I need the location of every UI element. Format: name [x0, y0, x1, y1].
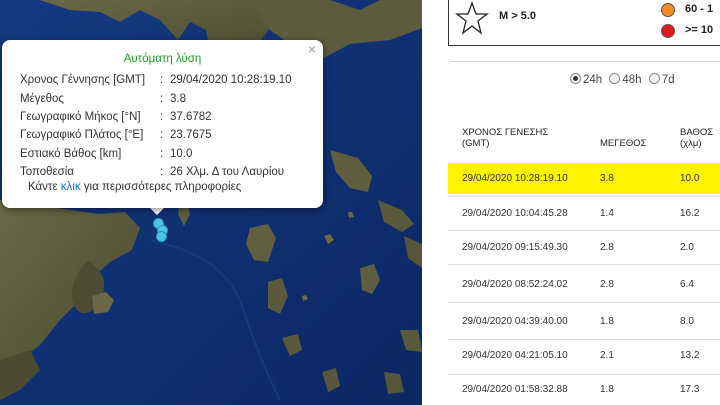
more-info-link[interactable]: κλικ	[61, 181, 81, 193]
popup-title: Αυτόματη λύση	[123, 53, 202, 65]
table-row[interactable]: 29/04/2020 08:52:24.02 2.8 6.4	[448, 269, 720, 300]
magnitude-legend: M > 5.0 60 - 1 >= 10	[448, 0, 720, 46]
cell-depth: 17.3	[680, 384, 700, 395]
popup-row-separator: :	[160, 166, 164, 179]
cell-time: 29/04/2020 10:04:45.28	[462, 208, 568, 219]
column-header-time[interactable]: ΧΡΟΝΟΣ ΓΕΝΕΣΗΣ (GMT)	[462, 127, 548, 149]
popup-row-separator: :	[160, 74, 164, 87]
cell-magnitude: 1.8	[600, 316, 614, 327]
row-divider	[448, 302, 720, 303]
cell-magnitude: 2.8	[600, 279, 614, 290]
cell-time: 29/04/2020 09:15:49.30	[462, 242, 568, 253]
cell-magnitude: 2.8	[600, 242, 614, 253]
popup-row-value: 10.0	[170, 147, 193, 160]
cell-time: 29/04/2020 04:39:40.00	[462, 316, 568, 327]
radio-48h[interactable]	[609, 73, 621, 84]
table-row[interactable]: 29/04/2020 09:15:49.30 2.8 2.0	[448, 232, 720, 263]
popup-row-separator: :	[160, 92, 164, 105]
legend-circle-orange-icon	[661, 3, 675, 17]
table-row[interactable]: 29/04/2020 04:21:05.10 2.1 13.2	[448, 340, 720, 371]
popup-row-value: 26 Χλμ. Δ του Λαυρίου	[170, 166, 285, 179]
radio-label-7d[interactable]: 7d	[662, 74, 675, 86]
popup-row-magnitude: Μέγεθος : 3.8	[20, 89, 292, 107]
popup-row-label: Τοποθεσία	[20, 166, 74, 179]
popup-row-label: Χρονος Γέννησης [GMT]	[20, 74, 146, 87]
column-header-depth[interactable]: ΒΑΘΟΣ (χλμ)	[680, 127, 713, 149]
cell-time: 29/04/2020 08:52:24.02	[462, 279, 568, 290]
cell-magnitude: 2.1	[600, 350, 614, 361]
popup-row-latitude: Γεωγραφικό Μήκος [°N] : 37.6782	[20, 108, 292, 126]
popup-row-value: 23.7675	[170, 129, 212, 142]
popup-row-label: Μέγεθος	[20, 92, 64, 105]
row-divider	[448, 196, 720, 197]
popup-row-value: 29/04/2020 10:28:19.10	[170, 74, 292, 87]
popup-row-separator: :	[160, 147, 164, 160]
earthquake-marker[interactable]	[156, 231, 167, 242]
cell-depth: 8.0	[680, 316, 694, 327]
cell-depth: 2.0	[680, 242, 694, 253]
cell-time: 29/04/2020 04:21:05.10	[462, 350, 568, 361]
column-header-time-line2: (GMT)	[462, 138, 490, 149]
row-divider	[448, 230, 720, 231]
star-icon	[455, 1, 489, 37]
table-row[interactable]: 29/04/2020 04:39:40.00 1.8 8.0	[448, 306, 720, 337]
popup-details-table: Χρονος Γέννησης [GMT] : 29/04/2020 10:28…	[20, 71, 292, 181]
cell-time: 29/04/2020 01:58:32.88	[462, 384, 568, 395]
table-row[interactable]: 29/04/2020 10:28:19.10 3.8 10.0	[448, 163, 720, 194]
popup-row-separator: :	[160, 110, 164, 123]
popup-row-longitude: Γεωγραφικό Πλάτος [°E] : 23.7675	[20, 126, 292, 144]
popup-row-location: Τοποθεσία : 26 Χλμ. Δ του Λαυρίου	[20, 163, 292, 181]
cell-magnitude: 3.8	[600, 173, 614, 184]
table-row[interactable]: 29/04/2020 01:58:32.88 1.8 17.3	[448, 374, 720, 405]
cell-depth: 16.2	[680, 208, 700, 219]
legend-item-label: 60 - 1	[685, 3, 714, 15]
cell-time: 29/04/2020 10:28:19.10	[462, 173, 568, 184]
popup-more-info: Κάντε κλικ για περισσότερες πληροφορίες	[28, 181, 241, 193]
divider	[450, 61, 720, 62]
radio-label-24h[interactable]: 24h	[583, 74, 602, 86]
cell-depth: 13.2	[680, 350, 700, 361]
popup-row-value: 37.6782	[170, 110, 212, 123]
cell-depth: 6.4	[680, 279, 694, 290]
time-range-selector: 24h 48h 7d	[570, 73, 679, 86]
column-header-magnitude[interactable]: ΜΕΓΕΘΟΣ	[600, 138, 646, 149]
popup-more-suffix: για περισσότερες πληροφορίες	[80, 181, 242, 193]
popup-row-depth: Εστιακό Βάθος [km] : 10.0	[20, 145, 292, 163]
radio-7d[interactable]	[648, 73, 660, 84]
legend-item-label: >= 10	[685, 24, 714, 36]
radio-24h[interactable]	[570, 73, 581, 84]
legend-circle-red-icon	[661, 24, 675, 38]
popup-more-prefix: Κάντε	[28, 181, 61, 193]
popup-row-separator: :	[160, 129, 164, 142]
earthquake-info-popup: × Αυτόματη λύση Χρονος Γέννησης [GMT] : …	[2, 40, 323, 208]
radio-label-48h[interactable]: 48h	[622, 74, 641, 86]
popup-row-value: 3.8	[170, 92, 186, 105]
popup-row-label: Γεωγραφικό Μήκος [°N]	[20, 110, 141, 123]
column-header-depth-line1: ΒΑΘΟΣ	[680, 127, 714, 138]
satellite-map[interactable]: × Αυτόματη λύση Χρονος Γέννησης [GMT] : …	[0, 0, 422, 405]
popup-row-origin-time: Χρονος Γέννησης [GMT] : 29/04/2020 10:28…	[20, 71, 292, 89]
column-header-time-line1: ΧΡΟΝΟΣ ΓΕΝΕΣΗΣ	[462, 127, 549, 138]
popup-row-label: Εστιακό Βάθος [km]	[20, 147, 122, 160]
popup-row-label: Γεωγραφικό Πλάτος [°E]	[20, 129, 144, 142]
column-header-depth-line2: (χλμ)	[680, 138, 702, 149]
legend-star-label: M > 5.0	[499, 10, 536, 22]
cell-depth: 10.0	[680, 173, 700, 184]
table-row[interactable]: 29/04/2020 10:04:45.28 1.4 16.2	[448, 198, 720, 229]
row-divider	[448, 264, 720, 265]
cell-magnitude: 1.4	[600, 208, 614, 219]
earthquake-list-panel: M > 5.0 60 - 1 >= 10 24h 48h 7d ΧΡΟΝΟΣ Γ…	[422, 0, 720, 405]
cell-magnitude: 1.8	[600, 384, 614, 395]
